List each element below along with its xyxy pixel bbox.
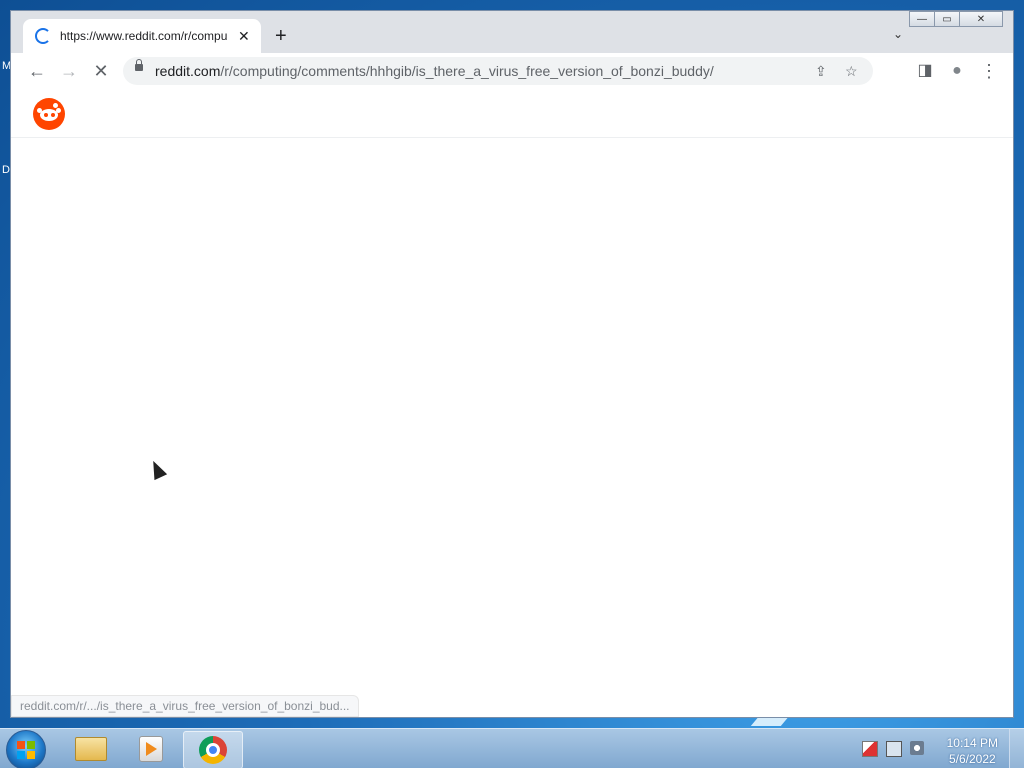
- lock-icon[interactable]: [135, 59, 143, 71]
- show-desktop-button[interactable]: [1009, 729, 1024, 768]
- minimize-button[interactable]: —: [909, 11, 935, 27]
- close-icon: ✕: [976, 13, 986, 25]
- stop-loading-button[interactable]: ✕: [89, 59, 113, 83]
- reddit-eye: [51, 113, 55, 117]
- tab-title: https://www.reddit.com/r/compu: [60, 29, 228, 43]
- link-status-bar: reddit.com/r/.../is_there_a_virus_free_v…: [11, 695, 359, 717]
- page-content: reddit.com/r/.../is_there_a_virus_free_v…: [11, 89, 1013, 717]
- taskbar-explorer-button[interactable]: [62, 731, 120, 767]
- minimize-icon: —: [917, 13, 927, 25]
- reddit-logo-icon[interactable]: [33, 98, 65, 130]
- share-icon[interactable]: ⇪: [815, 63, 827, 80]
- taskbar-media-player-button[interactable]: [122, 731, 180, 767]
- taskbar-clock[interactable]: 10:14 PM 5/6/2022: [947, 735, 998, 767]
- taskbar-chrome-button[interactable]: [183, 731, 243, 768]
- folder-icon: [75, 737, 107, 761]
- system-tray: [862, 741, 924, 757]
- reddit-header: [11, 89, 1013, 138]
- clock-date: 5/6/2022: [948, 752, 996, 766]
- maximize-icon: ▭: [942, 13, 952, 25]
- volume-icon[interactable]: [910, 741, 924, 755]
- clock-time: 10:14 PM: [946, 736, 998, 750]
- menu-kebab-icon[interactable]: ⋮: [977, 59, 1001, 83]
- tab-search-chevron-icon[interactable]: ⌄: [893, 27, 903, 41]
- maximize-button[interactable]: ▭: [934, 11, 960, 27]
- forward-button[interactable]: →: [57, 59, 81, 83]
- close-window-button[interactable]: ✕: [959, 11, 1003, 27]
- browser-window: — ▭ ✕ https://www.reddit.com/r/compu ✕ +…: [10, 10, 1014, 718]
- profile-avatar-icon[interactable]: ●: [945, 59, 969, 83]
- tab-close-icon[interactable]: ✕: [238, 28, 250, 45]
- address-bar[interactable]: reddit.com/r/computing/comments/hhhgib/i…: [123, 57, 873, 85]
- new-tab-button[interactable]: +: [275, 25, 287, 48]
- bookmark-star-icon[interactable]: ☆: [845, 63, 858, 80]
- url-path: /r/computing/comments/hhhgib/is_there_a_…: [220, 63, 714, 79]
- start-button[interactable]: [6, 730, 46, 768]
- back-button[interactable]: ←: [25, 59, 49, 83]
- window-controls: — ▭ ✕: [909, 11, 1003, 27]
- desktop-icon-label[interactable]: D: [2, 164, 10, 176]
- media-player-icon: [139, 736, 163, 762]
- reddit-eye: [44, 113, 48, 117]
- windows-logo-icon: [17, 741, 35, 759]
- reddit-face: [40, 109, 58, 121]
- taskbar: 10:14 PM 5/6/2022: [0, 728, 1024, 768]
- url-host: reddit.com: [155, 63, 221, 79]
- network-icon[interactable]: [886, 741, 902, 757]
- browser-tab[interactable]: https://www.reddit.com/r/compu ✕: [23, 19, 261, 53]
- chrome-icon: [199, 736, 227, 764]
- browser-toolbar: ← → ✕ reddit.com/r/computing/comments/hh…: [11, 53, 1013, 89]
- loading-spinner-icon: [35, 28, 51, 44]
- address-bar-url[interactable]: reddit.com/r/computing/comments/hhhgib/i…: [155, 63, 714, 79]
- side-panel-icon[interactable]: ◨: [913, 59, 937, 83]
- action-center-flag-icon[interactable]: [862, 741, 878, 757]
